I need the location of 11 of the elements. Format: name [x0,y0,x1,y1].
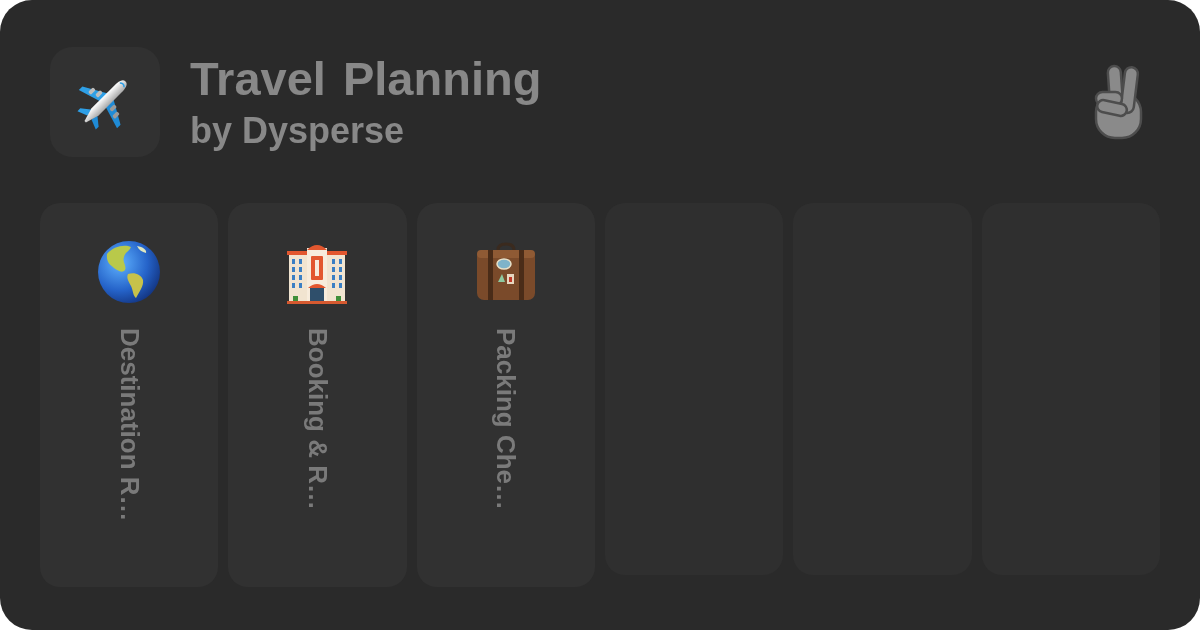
airplane-icon [50,47,160,157]
column-card[interactable]: Destination R… [40,203,219,587]
column-title: Packing Che… [490,328,522,511]
column-title: Destination R… [113,328,145,522]
board-author: by Dysperse [190,109,405,153]
column-card[interactable]: Packing Che… [416,203,595,587]
board-title: Travel Planning [190,51,542,107]
column-card[interactable]: Booking & R… [228,203,407,587]
globe-icon [97,240,162,304]
column-title: Booking & R… [302,328,333,510]
peace-hand-icon [1093,63,1145,141]
